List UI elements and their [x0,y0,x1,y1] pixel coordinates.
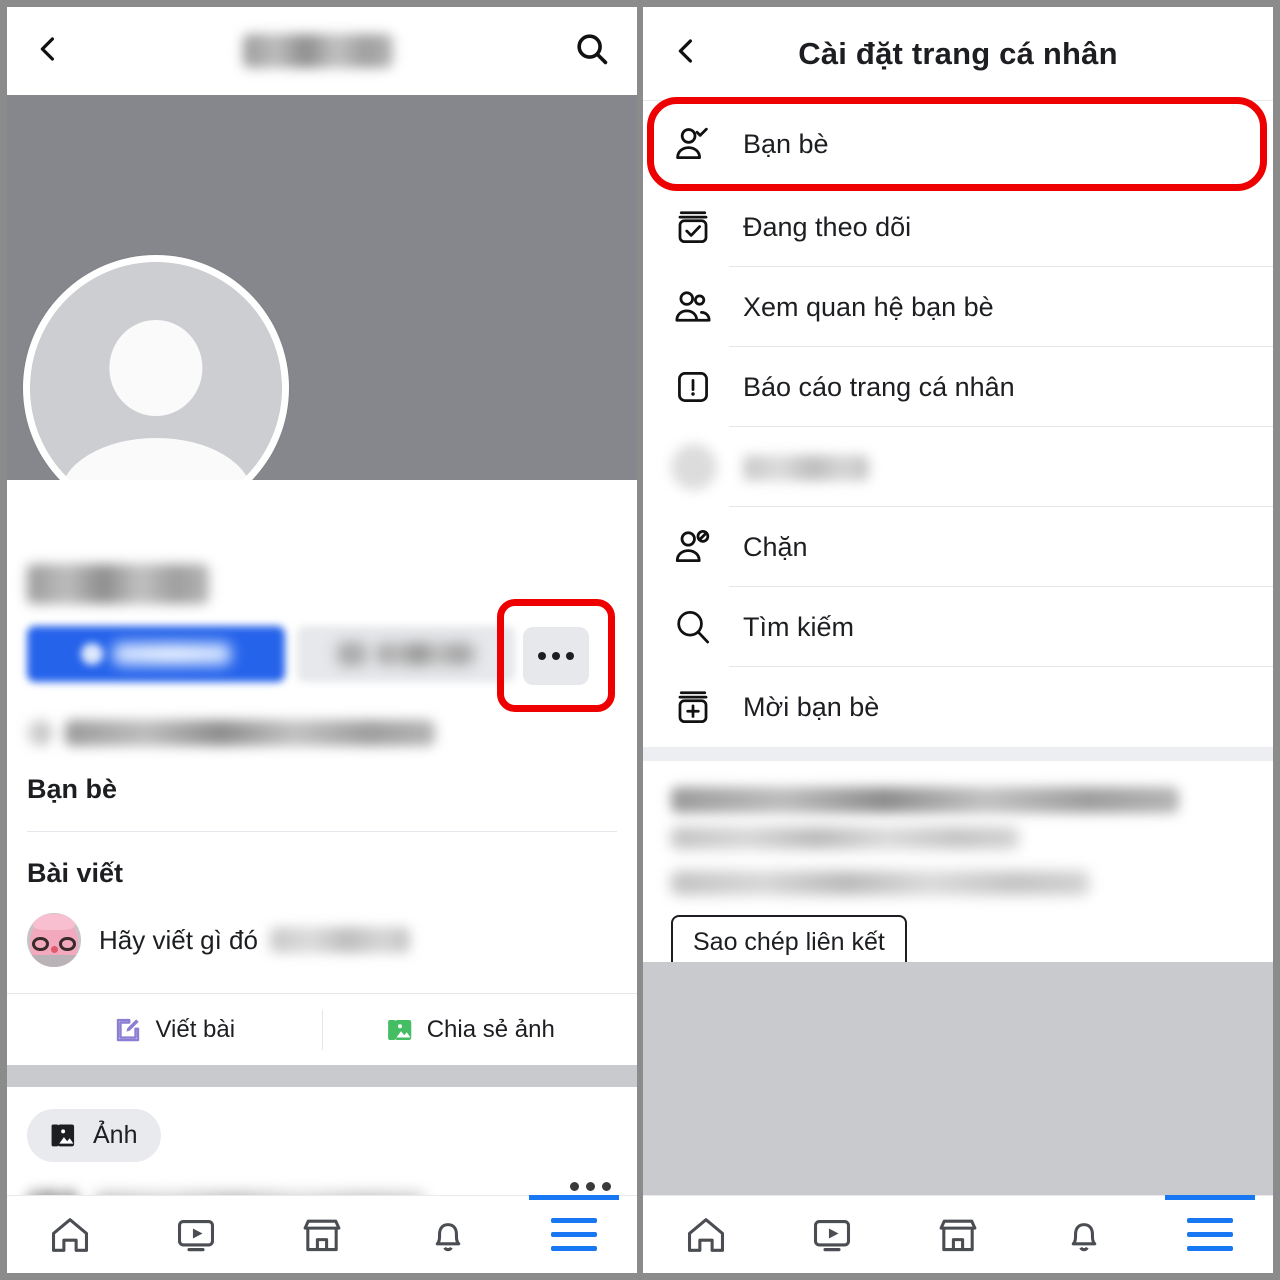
empty-area [643,962,1273,1195]
menu-item-label: Mời bạn bè [743,691,880,722]
section-divider [7,1065,637,1087]
nav-notifications[interactable] [385,1196,511,1273]
menu-icon [1187,1218,1233,1251]
menu-icon [551,1218,597,1251]
nav-home[interactable] [7,1196,133,1273]
menu-item-label: Tìm kiếm [743,611,854,642]
back-icon[interactable] [33,34,63,69]
nav-video[interactable] [133,1196,259,1273]
menu-item-label: Xem quan hệ bạn bè [743,291,994,322]
nav-menu[interactable] [511,1195,637,1273]
menu-item-label: Báo cáo trang cá nhân [743,371,1015,402]
right-topbar: Cài đặt trang cá nhân [643,7,1273,101]
section-posts: Bài viết [27,832,617,889]
secondary-action-button[interactable] [297,626,515,682]
menu-item-report[interactable]: Báo cáo trang cá nhân [643,347,1273,427]
bottom-navigation-left [7,1195,637,1273]
video-icon [813,1219,851,1251]
cover-photo[interactable] [7,95,637,521]
nav-notifications[interactable] [1021,1196,1147,1273]
write-post-label: Viết bài [155,1015,236,1043]
ellipsis-icon [538,651,546,660]
more-button-highlight [497,599,615,712]
more-button[interactable] [523,626,589,685]
post-composer[interactable]: Hãy viết gì đó [27,889,617,993]
jar-check-icon [671,205,729,249]
back-icon[interactable] [671,36,701,71]
write-post-button[interactable]: Viết bài [27,1015,322,1045]
menu-item-block[interactable]: Chặn [643,507,1273,587]
photo-icon [387,1019,411,1040]
settings-menu: Bạn bè Đang theo dõi Xem quan hệ bạn bè [643,97,1273,747]
menu-item-invite[interactable]: Mời bạn bè [643,667,1273,747]
friends-highlight-box [647,97,1267,191]
photos-chip-label: Ảnh [93,1121,138,1149]
blurred-icon [671,444,729,490]
jar-plus-icon [671,685,729,729]
marketplace-icon [939,1219,977,1251]
search-icon[interactable] [573,30,611,73]
person-check-icon [671,122,729,166]
marketplace-icon [303,1219,341,1251]
share-photo-label: Chia sẻ ảnh [426,1015,555,1043]
section-title-posts: Bài viết [27,858,124,888]
left-topbar [7,7,637,95]
composer-placeholder: Hãy viết gì đó [99,924,258,955]
profile-meta [27,720,617,746]
profile-name [27,480,617,604]
settings-title: Cài đặt trang cá nhân [798,35,1118,71]
left-screen-profile: Bạn bè Bài viết Hãy viết gì đó Viết bài … [0,0,640,1280]
right-screen-profile-settings: Cài đặt trang cá nhân Bạn bè Đang theo d… [640,0,1280,1280]
share-photo-button[interactable]: Chia sẻ ảnh [323,1015,618,1045]
menu-item-friendship[interactable]: Xem quan hệ bạn bè [643,267,1273,347]
user-avatar-icon [27,913,81,967]
menu-item-redacted[interactable] [643,427,1273,507]
menu-item-label: Bạn bè [743,128,829,159]
bottom-navigation-right [643,1195,1273,1273]
nav-video[interactable] [769,1196,895,1273]
default-avatar-icon [30,262,282,514]
home-icon [687,1217,725,1252]
dual-screenshot: Bạn bè Bài viết Hãy viết gì đó Viết bài … [0,0,1280,1280]
video-icon [177,1219,215,1251]
menu-item-search[interactable]: Tìm kiếm [643,587,1273,667]
section-friends[interactable]: Bạn bè [27,746,617,832]
nav-marketplace[interactable] [259,1196,385,1273]
menu-item-label [743,452,869,483]
bell-icon [1071,1222,1097,1251]
nav-menu[interactable] [1147,1195,1273,1273]
primary-action-button[interactable] [27,626,285,682]
composer-actions: Viết bài Chia sẻ ảnh [7,993,637,1065]
post-menu-button[interactable] [570,1182,611,1191]
photos-chip[interactable]: Ảnh [27,1109,162,1162]
bell-icon [435,1222,461,1251]
profile-action-buttons [27,599,617,712]
menu-item-label: Đang theo dõi [743,211,912,242]
pencil-square-icon [117,1018,140,1041]
section-title-friends: Bạn bè [27,774,118,804]
info-line [671,871,1245,895]
menu-section-divider [643,747,1273,761]
menu-item-friends[interactable]: Bạn bè [643,97,1273,191]
home-icon [51,1217,89,1252]
photo-stack-icon [51,1123,75,1146]
info-line [671,787,1245,813]
exclamation-box-icon [671,365,729,409]
menu-item-following[interactable]: Đang theo dõi [643,187,1273,267]
page-title [63,34,573,68]
search-icon [671,605,729,649]
profile-body: Bạn bè Bài viết Hãy viết gì đó Viết bài … [7,480,637,1224]
two-people-icon [671,285,729,329]
nav-marketplace[interactable] [895,1196,1021,1273]
media-chips: Ảnh [27,1087,617,1178]
profile-link-info: Sao chép liên kết [643,761,1273,970]
menu-item-label: Chặn [743,531,808,562]
person-block-icon [671,525,729,569]
info-line [671,827,1245,849]
nav-home[interactable] [643,1196,769,1273]
